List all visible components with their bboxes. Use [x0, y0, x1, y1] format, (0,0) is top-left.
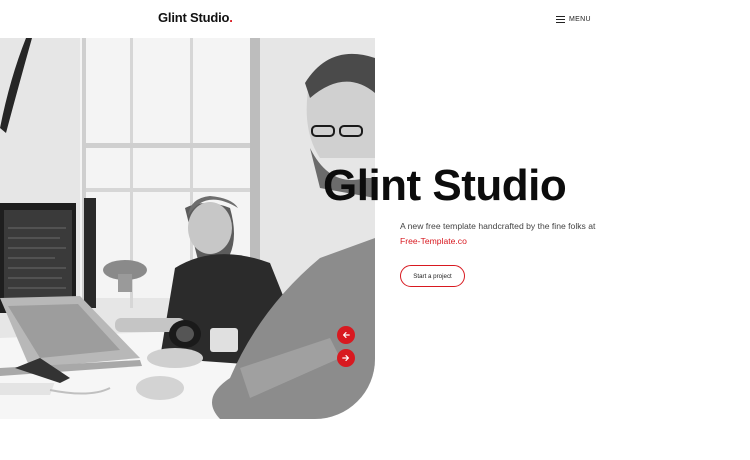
logo-text: Glint Studio — [158, 10, 230, 25]
hero-description: A new free template handcrafted by the f… — [400, 219, 600, 249]
logo-dot: . — [229, 10, 233, 25]
slider-next-button[interactable] — [337, 349, 355, 367]
hero-description-text: A new free template handcrafted by the f… — [400, 221, 596, 231]
hamburger-icon — [556, 15, 565, 23]
start-project-button[interactable]: Start a project — [400, 265, 465, 287]
hero-title: Glint Studio — [323, 161, 567, 210]
hero-image — [0, 38, 375, 419]
site-logo[interactable]: Glint Studio. — [158, 10, 233, 25]
slider-prev-button[interactable] — [337, 326, 355, 344]
arrow-left-icon — [343, 332, 350, 338]
menu-label: MENU — [569, 15, 591, 23]
free-template-link[interactable]: Free-Template.co — [400, 236, 467, 246]
arrow-right-icon — [342, 355, 349, 361]
menu-button[interactable]: MENU — [556, 12, 591, 26]
